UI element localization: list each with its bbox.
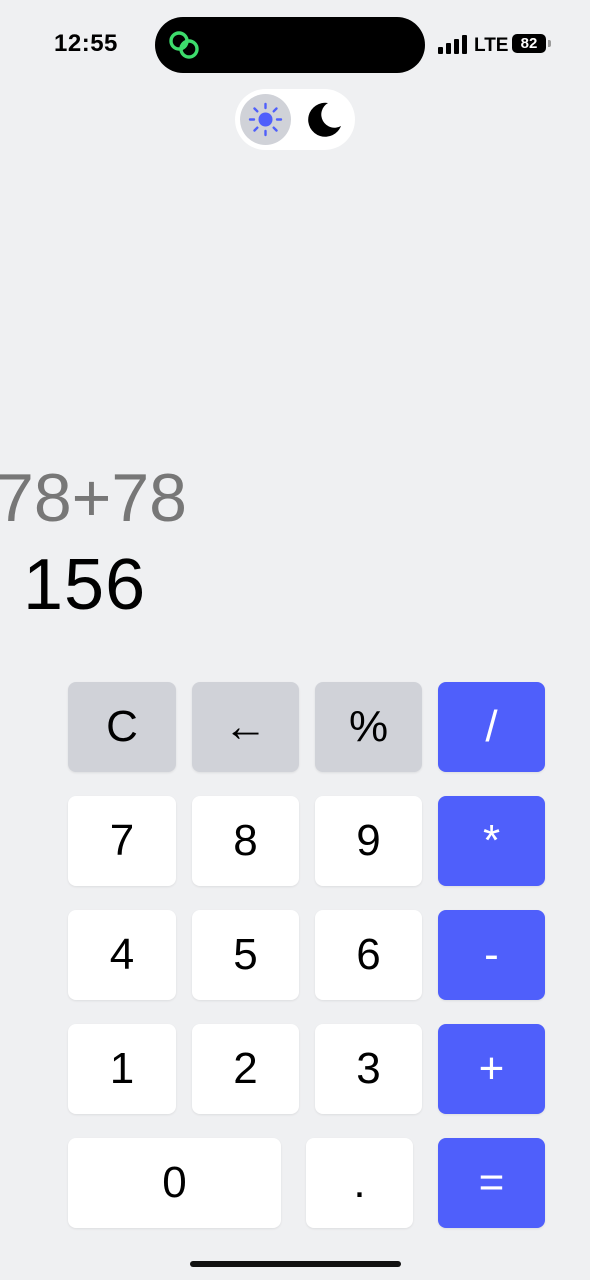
digit-3-button[interactable]: 3	[315, 1024, 422, 1114]
add-button[interactable]: +	[438, 1024, 545, 1114]
digit-6-button[interactable]: 6	[315, 910, 422, 1000]
digit-0-button[interactable]: 0	[68, 1138, 281, 1228]
battery-nub	[548, 40, 551, 47]
digit-1-button[interactable]: 1	[68, 1024, 176, 1114]
dynamic-island	[155, 17, 425, 73]
signal-icon	[438, 35, 467, 54]
equals-button[interactable]: =	[438, 1138, 545, 1228]
light-theme-button[interactable]	[240, 94, 291, 145]
home-indicator[interactable]	[190, 1261, 401, 1267]
network-type: LTE	[474, 35, 509, 56]
digit-2-button[interactable]: 2	[192, 1024, 299, 1114]
digit-7-button[interactable]: 7	[68, 796, 176, 886]
expression-text: 78+78	[0, 460, 187, 536]
moon-icon	[308, 102, 341, 137]
multiply-button[interactable]: *	[438, 796, 545, 886]
dark-theme-button[interactable]	[299, 94, 350, 145]
theme-toggle[interactable]	[235, 89, 355, 150]
backspace-button[interactable]: ←	[192, 682, 299, 772]
calculator-screen: 12:55 LTE 82 78+78 156 C ← % / 7 8 9 * 4…	[0, 0, 590, 1280]
divide-button[interactable]: /	[438, 682, 545, 772]
percent-button[interactable]: %	[315, 682, 422, 772]
sun-icon	[248, 102, 283, 137]
link-rings-icon	[169, 31, 199, 59]
decimal-button[interactable]: .	[306, 1138, 413, 1228]
clear-button[interactable]: C	[68, 682, 176, 772]
result-display: 156	[23, 545, 147, 625]
subtract-button[interactable]: -	[438, 910, 545, 1000]
digit-8-button[interactable]: 8	[192, 796, 299, 886]
digit-5-button[interactable]: 5	[192, 910, 299, 1000]
battery-icon: 82	[512, 34, 546, 53]
status-time: 12:55	[54, 30, 118, 57]
digit-9-button[interactable]: 9	[315, 796, 422, 886]
digit-4-button[interactable]: 4	[68, 910, 176, 1000]
